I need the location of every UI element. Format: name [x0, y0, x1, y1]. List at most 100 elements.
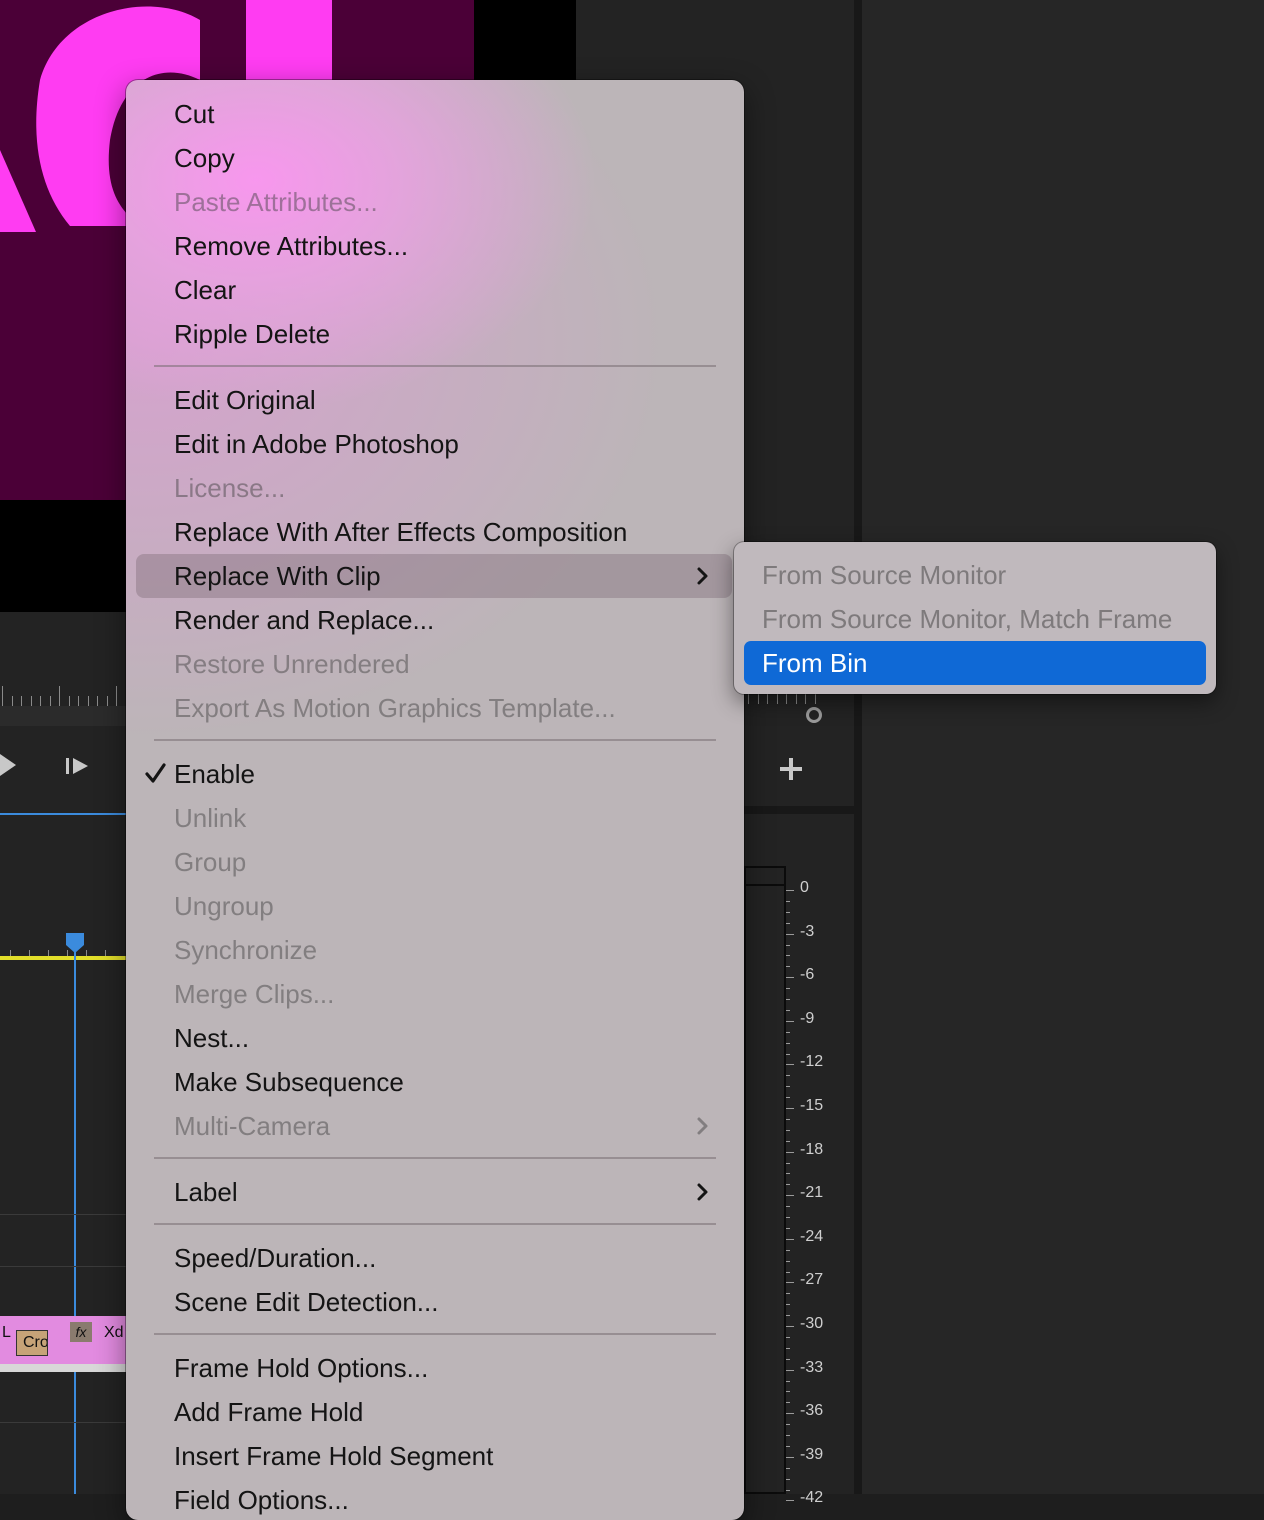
- menu-item-render-and-replace[interactable]: Render and Replace...: [136, 598, 732, 642]
- crop-effect-clip[interactable]: Cro: [16, 1330, 48, 1356]
- menu-item-label: Restore Unrendered: [174, 649, 410, 679]
- meter-tick: [786, 1424, 790, 1426]
- play-icon[interactable]: [0, 750, 26, 780]
- menu-item-paste-attributes[interactable]: Paste Attributes...: [136, 180, 732, 224]
- meter-tick: [786, 1238, 794, 1240]
- menu-item-label: Remove Attributes...: [174, 231, 409, 261]
- menu-item-replace-with-clip[interactable]: Replace With Clip: [136, 554, 732, 598]
- meter-tick: [786, 922, 790, 924]
- meter-tick: [786, 1260, 790, 1262]
- meter-tick: [786, 1445, 790, 1447]
- menu-item-label: Group: [174, 847, 247, 877]
- menu-item-scene-edit-detection[interactable]: Scene Edit Detection...: [136, 1280, 732, 1324]
- meter-tick: [786, 1140, 790, 1142]
- panel-divider[interactable]: [854, 0, 862, 1494]
- meter-tick: [786, 1435, 790, 1436]
- meter-scale-label: -39: [800, 1445, 824, 1463]
- menu-item-export-as-motion-graphics-template[interactable]: Export As Motion Graphics Template...: [136, 686, 732, 730]
- menu-item-copy[interactable]: Copy: [136, 136, 732, 180]
- meter-tick: [786, 1173, 790, 1175]
- checkmark-icon: [145, 763, 166, 783]
- menu-separator: [154, 1157, 716, 1159]
- menu-item-multi-camera[interactable]: Multi-Camera: [136, 1104, 732, 1148]
- menu-item-label: Export As Motion Graphics Template...: [174, 693, 616, 723]
- submenu-item-from-bin[interactable]: From Bin: [744, 641, 1206, 685]
- menu-item-group[interactable]: Group: [136, 840, 732, 884]
- right-panel: [862, 0, 1264, 1494]
- menu-item-replace-with-after-effects-composition[interactable]: Replace With After Effects Composition: [136, 510, 732, 554]
- meter-tick: [786, 1064, 794, 1066]
- menu-item-insert-frame-hold-segment[interactable]: Insert Frame Hold Segment: [136, 1434, 732, 1478]
- add-button-icon[interactable]: [778, 756, 804, 782]
- meter-tick: [786, 933, 794, 935]
- audio-meter-scale: 0 -3 -6 -9 -12 -15 -18 -21 -24 -27 -30 -33 -36 -39 -42: [786, 866, 846, 1506]
- menu-item-merge-clips[interactable]: Merge Clips...: [136, 972, 732, 1016]
- submenu-item-from-source-monitor-match-frame[interactable]: From Source Monitor, Match Frame: [744, 597, 1206, 641]
- source-time-ruler[interactable]: [0, 680, 127, 706]
- menu-item-label: Edit Original: [174, 385, 316, 415]
- meter-tick: [786, 1118, 790, 1120]
- ruler-tick: [59, 686, 60, 706]
- menu-item-clear[interactable]: Clear: [136, 268, 732, 312]
- menu-item-enable[interactable]: Enable: [136, 752, 732, 796]
- menu-item-ripple-delete[interactable]: Ripple Delete: [136, 312, 732, 356]
- menu-separator: [154, 1333, 716, 1335]
- menu-item-label: Enable: [174, 759, 255, 789]
- meter-tick: [786, 1020, 794, 1022]
- menu-item-frame-hold-options[interactable]: Frame Hold Options...: [136, 1346, 732, 1390]
- playhead-line[interactable]: [74, 950, 76, 1494]
- meter-tick: [786, 1227, 790, 1229]
- meter-tick: [786, 1391, 790, 1393]
- menu-item-label: Label: [174, 1177, 238, 1207]
- track-separator: [0, 1214, 126, 1215]
- ruler-tick: [805, 694, 806, 704]
- menu-item-add-frame-hold[interactable]: Add Frame Hold: [136, 1390, 732, 1434]
- fx-badge-icon[interactable]: fx: [70, 1322, 92, 1342]
- meter-tick: [786, 1413, 794, 1415]
- menu-item-nest[interactable]: Nest...: [136, 1016, 732, 1060]
- meter-tick: [786, 1053, 790, 1055]
- menu-item-label: Merge Clips...: [174, 979, 335, 1009]
- menu-item-field-options[interactable]: Field Options...: [136, 1478, 732, 1520]
- ruler-tick: [68, 696, 70, 706]
- ruler-tick: [776, 694, 778, 704]
- menu-item-label[interactable]: Label: [136, 1170, 732, 1214]
- ruler-tick: [87, 696, 89, 706]
- ruler-tick: [97, 696, 98, 706]
- meter-tick: [786, 999, 790, 1000]
- work-area-bar[interactable]: [0, 956, 126, 960]
- menu-item-license[interactable]: License...: [136, 466, 732, 510]
- meter-tick: [786, 977, 794, 979]
- meter-tick: [786, 988, 790, 990]
- menu-item-cut[interactable]: Cut: [136, 92, 732, 136]
- meter-scale-label: 0: [800, 879, 809, 896]
- menu-item-edit-original[interactable]: Edit Original: [136, 378, 732, 422]
- menu-item-label: Copy: [174, 143, 235, 173]
- meter-tick: [786, 955, 790, 957]
- marker-circle-icon[interactable]: [806, 707, 822, 723]
- chevron-right-icon: [697, 1117, 708, 1135]
- timeline-header-line: [0, 813, 126, 815]
- ruler-tick: [767, 694, 768, 704]
- menu-item-speed-duration[interactable]: Speed/Duration...: [136, 1236, 732, 1280]
- menu-item-unlink[interactable]: Unlink: [136, 796, 732, 840]
- ruler-tick: [40, 696, 41, 706]
- menu-item-ungroup[interactable]: Ungroup: [136, 884, 732, 928]
- meter-tick: [786, 1456, 794, 1458]
- menu-item-synchronize[interactable]: Synchronize: [136, 928, 732, 972]
- menu-item-edit-in-adobe-photoshop[interactable]: Edit in Adobe Photoshop: [136, 422, 732, 466]
- menu-item-label: Cut: [174, 99, 215, 129]
- zoom-scrollbar[interactable]: [0, 706, 126, 726]
- submenu-item-from-source-monitor[interactable]: From Source Monitor: [744, 553, 1206, 597]
- menu-separator: [154, 365, 716, 367]
- timeline-ruler[interactable]: [0, 936, 126, 958]
- meter-tick: [786, 1042, 790, 1044]
- chevron-right-icon: [697, 567, 708, 585]
- menu-item-remove-attributes[interactable]: Remove Attributes...: [136, 224, 732, 268]
- clip-context-menu: Cut Copy Paste Attributes... Remove Attribu…: [126, 80, 744, 1520]
- step-forward-icon[interactable]: [64, 753, 92, 779]
- menu-item-make-subsequence[interactable]: Make Subsequence: [136, 1060, 732, 1104]
- meter-tick: [786, 1467, 790, 1469]
- ruler-tick: [2, 686, 3, 706]
- menu-item-restore-unrendered[interactable]: Restore Unrendered: [136, 642, 732, 686]
